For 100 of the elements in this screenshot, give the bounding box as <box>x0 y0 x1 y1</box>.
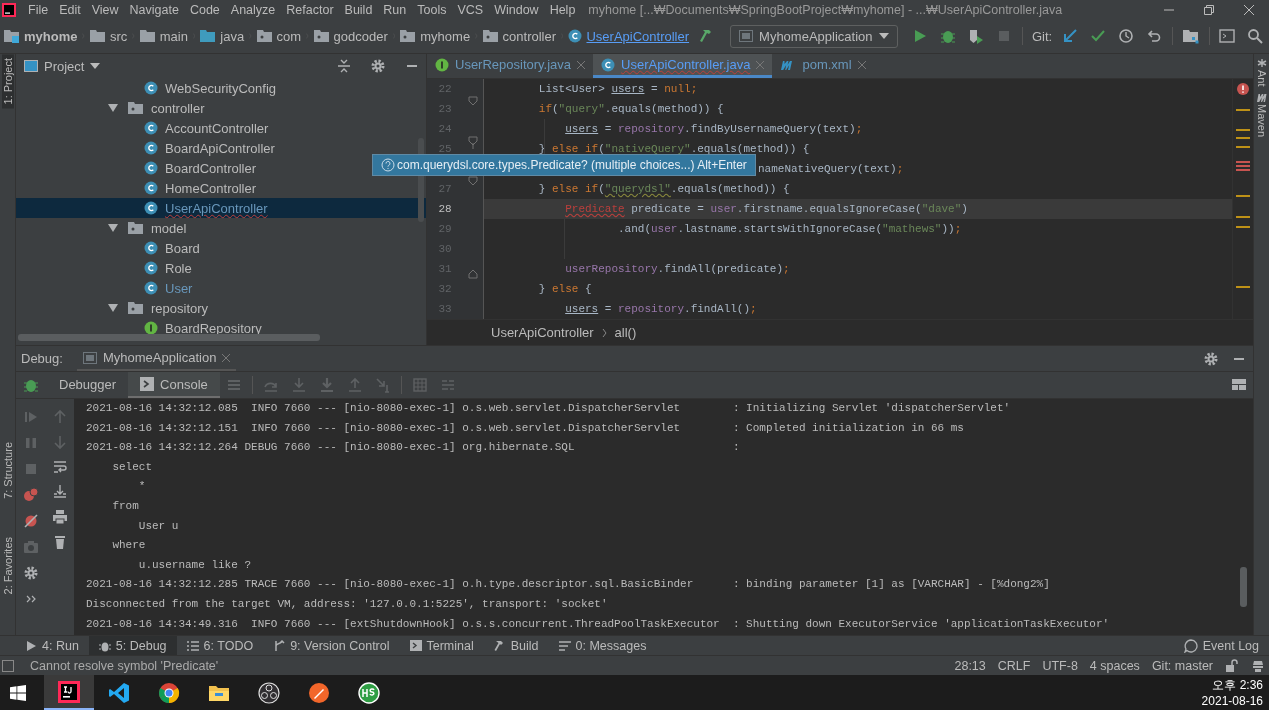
breadcrumb-item[interactable]: UserApiController <box>491 325 594 340</box>
menu-item[interactable]: Build <box>344 2 373 17</box>
terminal-window-icon[interactable] <box>1218 28 1235 44</box>
menu-item[interactable]: Edit <box>59 2 81 17</box>
inspector-icon[interactable] <box>1251 658 1265 673</box>
tree-item[interactable]: BoardController <box>16 158 261 178</box>
collapse-all-icon[interactable] <box>336 58 352 74</box>
menu-item[interactable]: Run <box>383 2 407 17</box>
event-log-tab[interactable]: Event Log <box>1173 636 1269 655</box>
expand-arrow-icon[interactable] <box>108 304 118 312</box>
menu-item[interactable]: Tools <box>417 2 447 17</box>
tool-window-tab[interactable]: Build <box>483 636 549 655</box>
tree-item[interactable]: BoardApiController <box>16 138 279 158</box>
chrome-app-icon[interactable] <box>158 681 180 704</box>
windows-start-icon[interactable] <box>10 684 26 701</box>
quick-fix-tooltip[interactable]: com.querydsl.core.types.Predicate? (multiple choices...) Alt+Enter <box>372 154 756 176</box>
tree-item[interactable]: UserApiController <box>16 198 426 218</box>
tree-item[interactable]: AccountController <box>16 118 273 138</box>
editor-tab[interactable]: UserRepository.java <box>427 54 594 78</box>
tool-window-tab[interactable]: 7: Structure <box>1 438 14 504</box>
status-item[interactable]: 4 spaces <box>1089 658 1140 673</box>
breadcrumb-item[interactable]: com <box>276 28 302 44</box>
tree-item[interactable]: Board <box>16 238 204 258</box>
breadcrumb-item[interactable]: src <box>109 28 128 44</box>
run-configuration-dropdown[interactable]: MyhomeApplication <box>730 24 898 48</box>
breadcrumb-item[interactable]: godcoder <box>333 28 388 44</box>
editor-tab[interactable]: UserApiController.java <box>593 54 773 78</box>
expand-arrow-icon[interactable] <box>108 224 118 232</box>
menu-item[interactable]: Code <box>189 2 220 17</box>
coverage-icon[interactable] <box>967 28 984 44</box>
tool-window-tab[interactable]: Maven <box>1255 92 1268 137</box>
breakpoints-icon[interactable] <box>22 487 39 503</box>
update-arrow-icon[interactable] <box>1062 28 1079 44</box>
debug-icon[interactable] <box>939 28 956 44</box>
tree-item[interactable]: HomeController <box>16 178 261 198</box>
menu-item[interactable]: View <box>91 2 119 17</box>
tree-item[interactable]: User <box>16 278 197 298</box>
menu-item[interactable]: Analyze <box>230 2 276 17</box>
debug-tab[interactable]: Debugger <box>47 372 129 398</box>
history-icon[interactable] <box>1118 28 1135 44</box>
tree-item[interactable]: repository <box>16 298 213 318</box>
breadcrumb-item[interactable]: all() <box>614 325 637 340</box>
tool-window-tab[interactable]: Terminal <box>399 636 484 655</box>
bug-icon[interactable] <box>23 377 39 393</box>
tool-window-tab[interactable]: 1: Project <box>1 54 14 109</box>
tool-window-tab[interactable]: 9: Version Control <box>263 636 400 655</box>
clock-date[interactable]: 2021-08-16 <box>1201 692 1263 709</box>
intellij-app-icon[interactable] <box>58 680 80 703</box>
scrollbar-thumb[interactable] <box>1240 567 1247 607</box>
unlock-icon[interactable] <box>1225 658 1239 673</box>
scroll-to-end-icon[interactable] <box>51 484 68 500</box>
menu-item[interactable]: Help <box>549 2 576 17</box>
status-item[interactable]: UTF-8 <box>1042 658 1078 673</box>
tool-window-tab[interactable]: 4: Run <box>15 636 89 655</box>
paintbrush-app-icon[interactable] <box>308 681 330 704</box>
tool-window-tab[interactable]: 2: Favorites <box>1 533 14 599</box>
tool-window-tab[interactable]: 5: Debug <box>88 636 177 655</box>
panel-title[interactable]: Project <box>44 58 85 74</box>
search-icon[interactable] <box>1246 28 1263 44</box>
caret-icon[interactable] <box>90 63 101 69</box>
tool-window-tab[interactable]: Ant <box>1255 58 1268 87</box>
layout-icon[interactable] <box>1231 377 1247 393</box>
tree-item[interactable]: Role <box>16 258 196 278</box>
breadcrumb-item[interactable]: main <box>159 28 188 44</box>
print-icon[interactable] <box>51 509 68 525</box>
debug-tab[interactable]: Console <box>128 372 220 398</box>
undo-icon[interactable] <box>1146 28 1163 44</box>
settings-icon[interactable] <box>1203 350 1219 367</box>
tool-window-tab[interactable]: 0: Messages <box>548 636 657 655</box>
scrollbar-thumb[interactable] <box>18 334 320 341</box>
breadcrumb-item[interactable]: myhome <box>24 28 78 44</box>
tree-item[interactable]: BoardRepository <box>16 318 266 338</box>
menu-item[interactable]: Refactor <box>286 2 334 17</box>
soft-wrap-icon[interactable] <box>51 459 68 475</box>
status-item[interactable]: CRLF <box>997 658 1031 673</box>
hs-app-icon[interactable] <box>358 681 380 704</box>
tool-window-tab[interactable]: 6: TODO <box>176 636 264 655</box>
panel-toggle-icon[interactable] <box>2 659 14 672</box>
tree-item[interactable]: controller <box>16 98 209 118</box>
close-icon[interactable] <box>1243 3 1255 16</box>
tree-item[interactable]: WebSecurityConfig <box>16 78 281 98</box>
restore-icon[interactable] <box>1203 3 1215 16</box>
status-item[interactable]: 28:13 <box>954 658 986 673</box>
settings-icon[interactable] <box>370 58 386 74</box>
editor-tab[interactable]: pom.xml <box>772 54 874 78</box>
breadcrumb-item[interactable]: controller <box>502 28 557 44</box>
breadcrumb-item[interactable]: myhome <box>420 28 471 44</box>
breadcrumb-item[interactable]: java <box>220 28 245 44</box>
expand-arrow-icon[interactable] <box>108 104 118 112</box>
menu-item[interactable]: File <box>28 2 49 17</box>
vscode-app-icon[interactable] <box>108 681 130 704</box>
breadcrumb-item[interactable]: UserApiController <box>586 28 690 44</box>
clock-time[interactable]: 오후 2:36 <box>1212 676 1263 693</box>
mute-breakpoints-icon[interactable] <box>22 513 39 529</box>
menu-item[interactable]: Navigate <box>129 2 179 17</box>
checkmark-icon[interactable] <box>1090 28 1107 44</box>
obs-app-icon[interactable] <box>258 681 280 704</box>
settings-icon[interactable] <box>22 565 39 581</box>
status-item[interactable]: Git: master <box>1151 658 1213 673</box>
menu-item[interactable]: VCS <box>457 2 484 17</box>
